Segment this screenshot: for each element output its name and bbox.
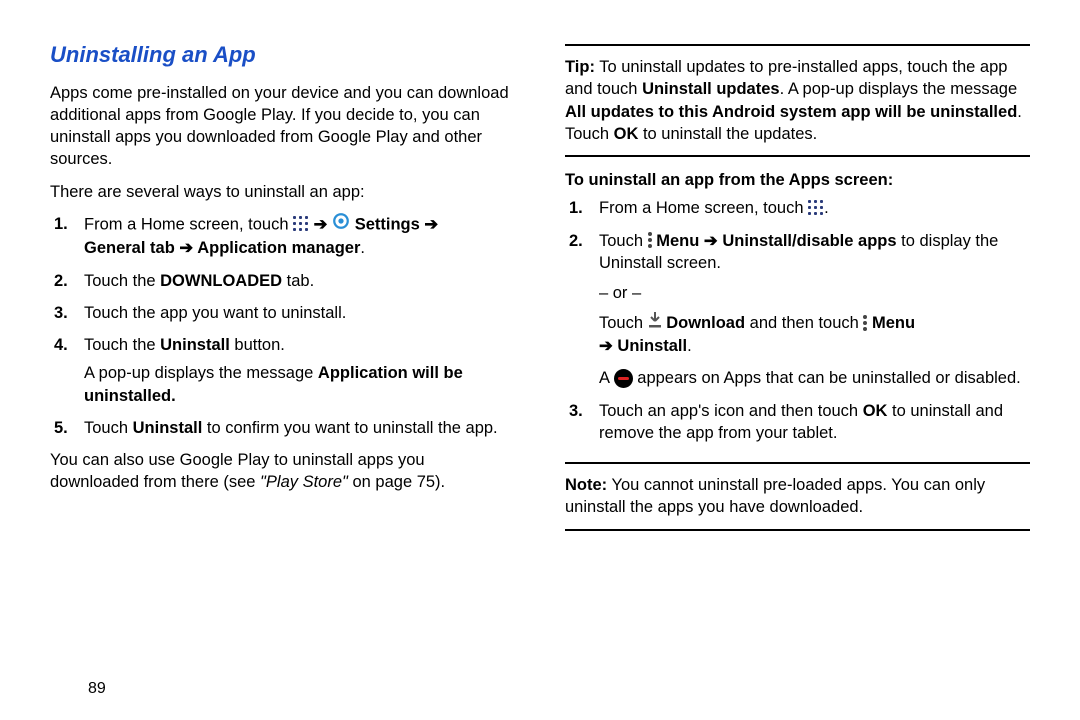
steps-list-right: 1. From a Home screen, touch . 2. Touch … bbox=[565, 197, 1030, 444]
r-step-2: 2. Touch Menu ➔ Uninstall/disable apps t… bbox=[599, 230, 1030, 390]
closing-paragraph: You can also use Google Play to uninstal… bbox=[50, 449, 515, 494]
uninstall-button-label: Uninstall bbox=[160, 336, 230, 354]
rule-after-tip bbox=[565, 155, 1030, 157]
uninstall-label: Uninstall bbox=[617, 337, 687, 355]
apps-grid-icon bbox=[808, 200, 824, 216]
tip-block: Tip: To uninstall updates to pre-install… bbox=[565, 56, 1030, 145]
left-column: Uninstalling an App Apps come pre-instal… bbox=[50, 40, 515, 541]
step-3: 3. Touch the app you want to uninstall. bbox=[84, 302, 515, 324]
downloaded-tab-label: DOWNLOADED bbox=[160, 272, 282, 290]
step-text: Touch bbox=[84, 419, 133, 437]
rule-top bbox=[565, 44, 1030, 46]
step-2: 2. Touch the DOWNLOADED tab. bbox=[84, 270, 515, 292]
manual-page: Uninstalling an App Apps come pre-instal… bbox=[0, 0, 1080, 561]
step-text: tab. bbox=[282, 272, 314, 290]
menu-overflow-icon bbox=[863, 313, 867, 333]
app-manager-label: Application manager bbox=[197, 239, 360, 257]
note-label: Note: bbox=[565, 476, 607, 494]
r-step-2-badge-note: A appears on Apps that can be uninstalle… bbox=[599, 367, 1030, 389]
r-step-1: 1. From a Home screen, touch . bbox=[599, 197, 1030, 219]
download-arrow-icon bbox=[648, 312, 662, 334]
step-marker: 3. bbox=[54, 302, 68, 324]
step-text: Touch an app's icon and then touch bbox=[599, 402, 863, 420]
menu-label: Menu bbox=[872, 314, 915, 332]
right-column: Tip: To uninstall updates to pre-install… bbox=[565, 40, 1030, 541]
download-label: Download bbox=[666, 314, 745, 332]
step-text: button. bbox=[230, 336, 285, 354]
settings-label: Settings bbox=[355, 216, 420, 234]
step-text: Touch the bbox=[84, 272, 160, 290]
r-step-2-alt: Touch Download and then touch Menu ➔ Uni… bbox=[599, 312, 1030, 357]
step-text: Touch the app you want to uninstall. bbox=[84, 304, 346, 322]
step-1: 1. From a Home screen, touch ➔ Settings … bbox=[84, 213, 515, 260]
or-separator: – or – bbox=[599, 282, 1030, 304]
step-marker: 4. bbox=[54, 334, 68, 356]
subsection-heading: To uninstall an app from the Apps screen… bbox=[565, 169, 1030, 191]
step-text: From a Home screen, touch bbox=[84, 216, 293, 234]
step-marker: 2. bbox=[54, 270, 68, 292]
uninstall-confirm-label: Uninstall bbox=[133, 419, 203, 437]
r-step-3: 3. Touch an app's icon and then touch OK… bbox=[599, 400, 1030, 445]
intro-paragraph-2: There are several ways to uninstall an a… bbox=[50, 181, 515, 203]
menu-overflow-icon bbox=[648, 230, 652, 250]
step-marker: 5. bbox=[54, 417, 68, 439]
step-text: From a Home screen, touch bbox=[599, 199, 808, 217]
step-4-popup-note: A pop-up displays the message Applicatio… bbox=[84, 362, 515, 407]
rule-before-note bbox=[565, 462, 1030, 464]
arrow-icon: ➔ bbox=[599, 337, 617, 355]
page-number: 89 bbox=[88, 680, 106, 698]
uninstall-badge-icon bbox=[614, 369, 633, 388]
step-4: 4. Touch the Uninstall button. A pop-up … bbox=[84, 334, 515, 407]
step-text: Touch bbox=[599, 232, 648, 250]
general-tab-label: General tab bbox=[84, 239, 175, 257]
tip-label: Tip: bbox=[565, 58, 595, 76]
step-marker: 2. bbox=[569, 230, 583, 252]
intro-paragraph-1: Apps come pre-installed on your device a… bbox=[50, 82, 515, 171]
step-5: 5. Touch Uninstall to confirm you want t… bbox=[84, 417, 515, 439]
step-marker: 1. bbox=[54, 213, 68, 235]
section-heading: Uninstalling an App bbox=[50, 40, 515, 70]
settings-gear-icon bbox=[332, 212, 350, 236]
arrow-icon: ➔ bbox=[179, 239, 197, 257]
step-text: to confirm you want to uninstall the app… bbox=[202, 419, 497, 437]
menu-label: Menu bbox=[656, 232, 699, 250]
play-store-reference: "Play Store" bbox=[260, 473, 348, 491]
step-marker: 3. bbox=[569, 400, 583, 422]
uninstall-disable-label: Uninstall/disable apps bbox=[722, 232, 896, 250]
arrow-icon: ➔ bbox=[424, 216, 438, 234]
step-marker: 1. bbox=[569, 197, 583, 219]
arrow-icon: ➔ bbox=[314, 216, 332, 234]
rule-after-note bbox=[565, 529, 1030, 531]
arrow-icon: ➔ bbox=[704, 232, 722, 250]
note-block: Note: You cannot uninstall pre-loaded ap… bbox=[565, 474, 1030, 519]
step-text: Touch the bbox=[84, 336, 160, 354]
apps-grid-icon bbox=[293, 216, 309, 232]
steps-list-left: 1. From a Home screen, touch ➔ Settings … bbox=[50, 213, 515, 439]
